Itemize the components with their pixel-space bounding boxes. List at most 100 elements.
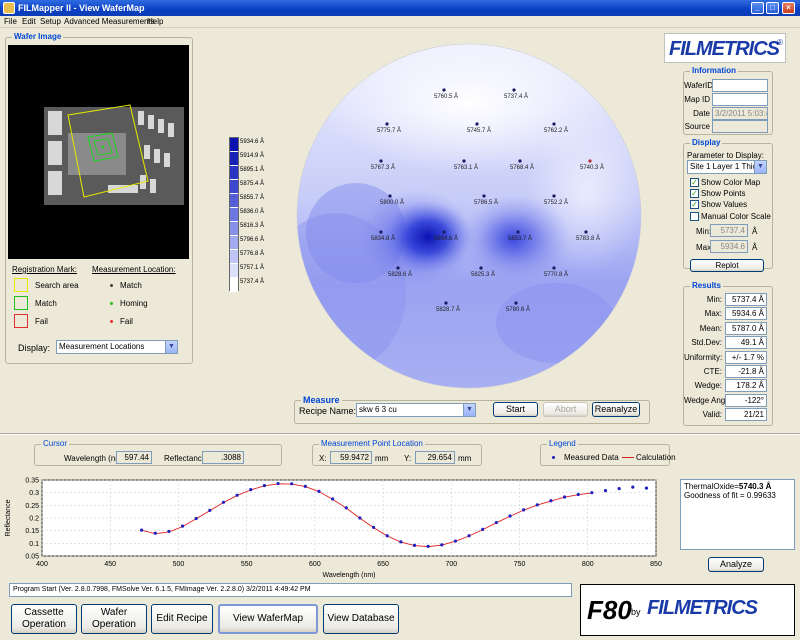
measurement-point[interactable] [388,194,392,198]
show-color-map-checkbox[interactable]: ✓ [690,178,699,187]
measurement-point[interactable] [479,266,483,270]
window-title: FILMapper II - View WaferMap [18,3,145,13]
wafer-map[interactable]: 5760.5 Å 5737.4 Å 5775.7 Å 5745.7 Å 5762.2 Å… [296,43,642,389]
min-field: 5737.4 [710,224,748,237]
start-button[interactable]: Start [493,402,538,417]
measurement-point-value: 5786.5 Å [474,199,498,206]
x-tick-label: 600 [309,561,321,568]
measurement-point[interactable] [379,159,383,163]
cassette-operation-label: Cassette Operation [22,607,66,630]
abort-button[interactable]: Abort [543,402,588,417]
result-value: 5737.4 Å [725,293,767,306]
close-icon[interactable]: × [782,2,795,14]
minimize-icon[interactable]: _ [751,2,764,14]
menu-advanced-measurements[interactable]: Advanced Measurements [64,17,155,26]
app-icon [3,2,15,14]
measurement-point[interactable] [584,230,588,234]
measurement-point[interactable] [462,159,466,163]
measured-data-point [331,497,335,501]
measurement-point[interactable] [385,122,389,126]
color-scale-step [230,152,238,166]
measurement-point[interactable] [514,301,518,305]
measurement-point[interactable] [482,194,486,198]
menu-help[interactable]: Help [147,17,163,26]
recipe-select[interactable]: skw 6 3 cu ▼ [356,403,476,417]
param-select[interactable]: Site 1 Layer 1 Thickness▼ [687,160,767,174]
cursor-title: Cursor [41,439,70,448]
measurement-point[interactable] [552,122,556,126]
wafer-operation-button[interactable]: Wafer Operation [81,604,147,634]
result-label: Mean: [699,323,722,333]
measured-data-point [317,489,321,493]
chevron-down-icon[interactable]: ▼ [165,341,177,353]
x-tick-label: 800 [582,561,594,568]
reflectance-spectrum-chart[interactable]: 0.05 0.1 0.15 0.2 0.25 0.3 0.35 400 450 500 550 600… [0,473,672,581]
measurement-point-value: 5752.2 Å [544,199,568,206]
measurement-point[interactable] [442,230,446,234]
measurement-point-location-title: Measurement Point Location [319,439,425,448]
measurement-point[interactable] [475,122,479,126]
view-database-button[interactable]: View Database [323,604,399,634]
reanalyze-button[interactable]: Reanalyze [592,402,640,417]
measurement-point[interactable] [516,230,520,234]
measured-data-point [549,499,553,503]
measured-data-point [412,543,417,547]
show-values-checkbox[interactable]: ✓ [690,200,699,209]
measured-data-point [440,543,444,547]
measurement-point[interactable] [442,88,446,92]
measured-data-point [617,487,621,491]
replot-button[interactable]: Replot [690,259,764,272]
measured-data-point [576,492,580,497]
mploc-y-field: 29.654 [415,451,455,464]
measurement-point-value: 5775.7 Å [377,127,401,134]
cassette-operation-button[interactable]: Cassette Operation [11,604,77,634]
chevron-down-icon[interactable]: ▼ [754,161,766,173]
analyze-button[interactable]: Analyze [708,557,764,572]
menu-edit[interactable]: Edit [22,17,36,26]
measurement-point[interactable] [512,88,516,92]
mploc-x-label: X: [319,454,327,463]
measured-data-point [262,483,267,488]
menu-file[interactable]: File [4,17,17,26]
y-tick-label: 0.35 [25,478,39,485]
measured-data-point [426,544,430,548]
measurement-point[interactable] [552,194,556,198]
logo-reg-mark: ® [777,38,783,47]
fail-location-label: Fail [120,317,133,326]
max-unit: Å [752,243,758,252]
measurement-point-value: 5768.4 Å [510,164,534,171]
color-scale-step [230,236,238,250]
mapid-field[interactable] [712,93,768,106]
display-select[interactable]: Measurement Locations ▼ [56,340,178,354]
mploc-y-unit: mm [458,454,472,463]
status-log: Program Start (Ver. 2.8.0.7998, FMSolve … [9,583,572,597]
x-tick-label: 500 [173,561,185,568]
measurement-point-value: 5828.6 Å [388,271,412,278]
waferid-field[interactable] [712,79,768,92]
measurement-point[interactable] [396,266,400,270]
measurement-point[interactable] [518,159,522,163]
maximize-icon[interactable]: □ [766,2,779,14]
brand-by: by [631,607,641,617]
result-label: Wedge Ang: [684,395,728,405]
color-scale-label: 5796.6 Å [240,237,265,243]
wafer-camera-image[interactable] [8,45,189,259]
fail-dot-icon [110,320,113,323]
measurement-point[interactable] [552,266,556,270]
measurement-point[interactable] [379,230,383,234]
result-value: +/- 1.7 % [725,350,767,364]
measurement-point-value: 5834.8 Å [371,235,395,242]
measurement-location-header: Measurement Location: [92,265,176,274]
measurement-point[interactable] [444,301,448,305]
menu-setup[interactable]: Setup [40,17,61,26]
mploc-x-field: 59.9472 [330,451,372,464]
edit-recipe-button[interactable]: Edit Recipe [151,604,213,634]
view-wafermap-button[interactable]: View WaferMap [218,604,318,634]
measurement-point[interactable] [588,159,592,163]
color-scale-label: 5914.9 Å [240,153,265,159]
manual-color-scale-checkbox[interactable] [690,212,699,221]
measured-data-point [358,516,362,520]
fit-results-box: ThermalOxide=5740.3 Å Goodness of fit = … [680,479,795,550]
show-points-checkbox[interactable]: ✓ [690,189,699,198]
chevron-down-icon[interactable]: ▼ [463,404,475,416]
